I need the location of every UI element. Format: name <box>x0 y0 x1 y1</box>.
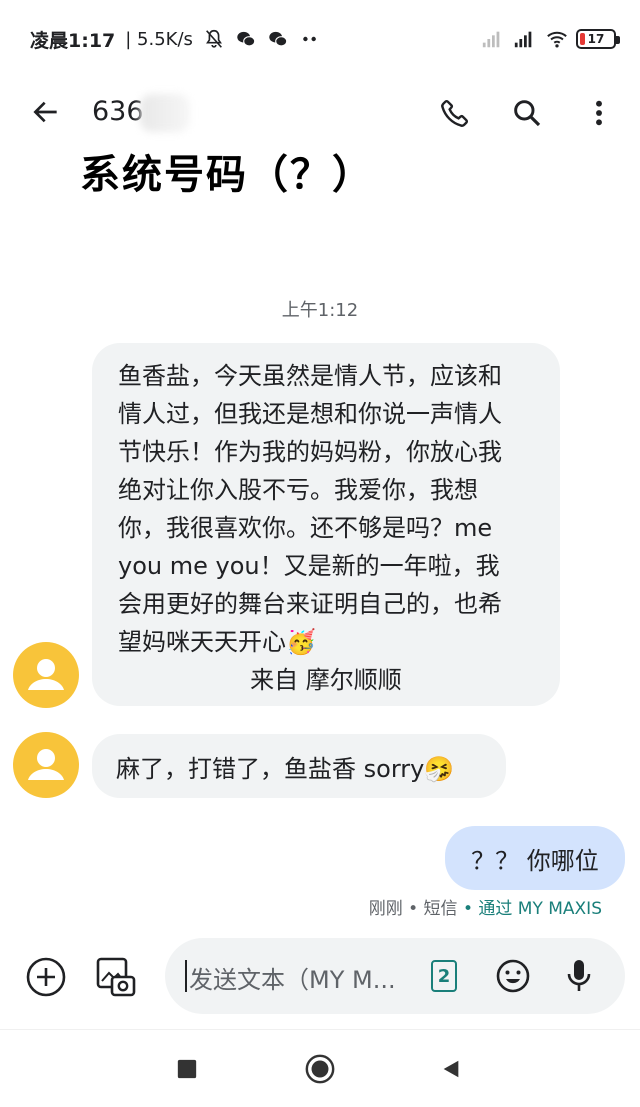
message-bubble-outgoing[interactable]: ？？ 你哪位 <box>445 826 625 890</box>
emoji-button[interactable] <box>493 956 533 996</box>
nav-home-button[interactable] <box>303 1052 337 1086</box>
message-carrier: • 通过 MY MAXIS <box>457 899 602 919</box>
message-type: 短信 <box>423 899 458 919</box>
network-speed: | 5.5K/s <box>125 28 193 50</box>
mic-icon <box>567 960 591 991</box>
message-time: 刚刚 <box>368 899 403 919</box>
signal-icon <box>512 28 534 50</box>
battery-fill <box>580 33 585 45</box>
message-text: ？？ 你哪位 <box>471 846 599 875</box>
mute-bell-icon <box>203 28 225 50</box>
conversation-timestamp: 上午1:12 <box>281 300 359 321</box>
nav-back-button[interactable] <box>434 1052 468 1086</box>
wechat-icon <box>267 28 289 50</box>
message-text: 麻了，打错了，鱼盐香 sorry🤧 <box>116 754 455 783</box>
voice-input-button[interactable] <box>561 956 597 996</box>
signal-empty-icon <box>480 28 502 50</box>
message-text: 鱼香盐，今天虽然是情人节，应该和 情人过，但我还是想和你说一声情人 节快乐！作为… <box>118 362 502 656</box>
person-icon <box>28 749 64 780</box>
contact-name[interactable]: 636 <box>92 96 144 127</box>
search-button[interactable] <box>506 92 548 134</box>
status-right: 17 <box>480 24 620 54</box>
circle-icon <box>305 1054 335 1084</box>
square-icon <box>177 1059 197 1079</box>
battery-cap <box>616 36 620 44</box>
system-nav-bar <box>0 1030 640 1107</box>
avatar[interactable] <box>13 642 79 708</box>
status-time: 凌晨1:17 <box>30 29 116 52</box>
more-vert-icon <box>596 100 602 126</box>
redaction-blur <box>140 94 190 132</box>
message-input-placeholder: 发送文本（MY M... <box>189 966 396 994</box>
message-status: 刚刚 • 短信 • 通过 MY MAXIS <box>369 894 602 919</box>
add-attachment-button[interactable] <box>24 955 68 999</box>
avatar[interactable] <box>13 732 79 798</box>
back-button[interactable] <box>26 92 66 132</box>
emoji-icon <box>496 959 530 993</box>
add-circle-icon <box>26 957 66 997</box>
call-button[interactable] <box>434 92 476 134</box>
battery-icon: 17 <box>576 29 620 49</box>
wechat-icon <box>235 28 257 50</box>
sim-selector[interactable]: 2 <box>431 960 457 992</box>
status-bar: 凌晨1:17 | 5.5K/s 17 <box>0 0 640 78</box>
person-icon <box>28 659 64 690</box>
status-left: 凌晨1:17 | 5.5K/s <box>30 24 321 54</box>
message-bubble-incoming[interactable]: 麻了，打错了，鱼盐香 sorry🤧 <box>92 734 506 798</box>
triangle-icon <box>443 1060 459 1078</box>
gallery-camera-icon <box>96 957 136 997</box>
search-icon <box>514 100 541 127</box>
message-input[interactable]: 发送文本（MY M... 2 <box>165 938 625 1014</box>
phone-icon <box>441 99 469 127</box>
nav-recents-button[interactable] <box>170 1052 204 1086</box>
message-signature: 来自 摩尔顺顺 <box>250 666 402 694</box>
app-actions <box>434 92 620 134</box>
battery-level: 17 <box>587 32 605 46</box>
wifi-icon <box>544 28 567 50</box>
message-bubble-incoming[interactable]: 鱼香盐，今天虽然是情人节，应该和 情人过，但我还是想和你说一声情人 节快乐！作为… <box>92 343 560 706</box>
app-bar: 636 <box>0 78 640 148</box>
text-caret <box>185 960 187 992</box>
compose-bar: 发送文本（MY M... 2 <box>0 935 640 1021</box>
annotation-overlay-text: 系统号码（？） <box>80 152 374 198</box>
meta-separator: • <box>402 899 424 919</box>
more-notifications-icon <box>299 28 321 50</box>
more-options-button[interactable] <box>578 92 620 134</box>
arrow-left-icon <box>33 101 57 123</box>
gallery-button[interactable] <box>92 953 140 1001</box>
